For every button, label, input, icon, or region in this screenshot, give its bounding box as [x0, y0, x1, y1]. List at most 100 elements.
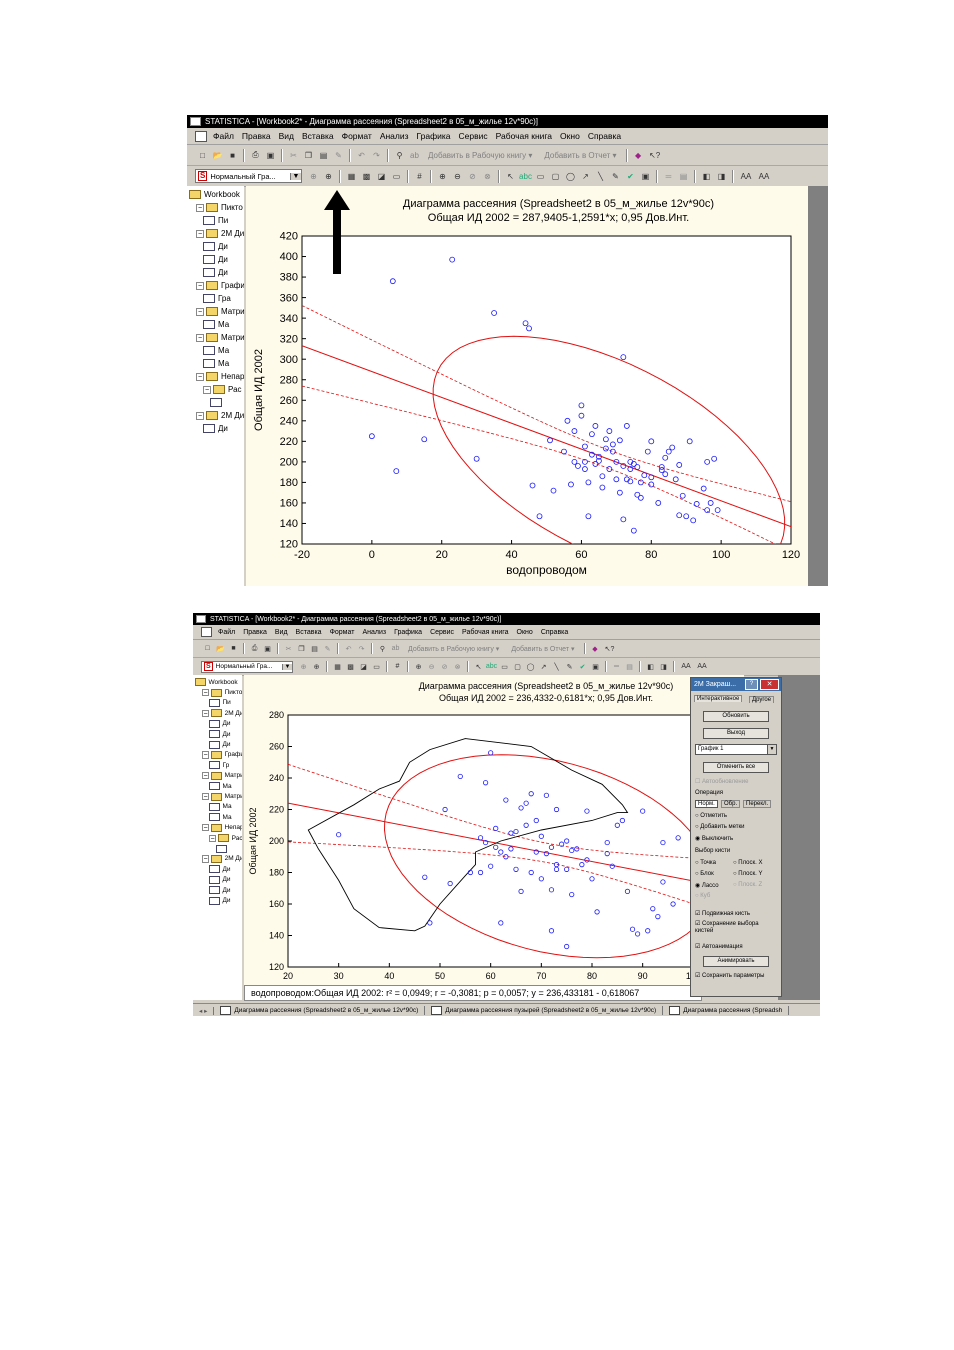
tree-item[interactable]: Гра — [203, 292, 231, 305]
brush-cube-radio[interactable]: ○ Куб — [695, 893, 710, 899]
stack-icon[interactable]: ▤ — [623, 660, 636, 673]
tree-item[interactable]: − Пикто — [196, 201, 243, 214]
save-icon[interactable]: ■ — [227, 642, 240, 655]
check-brush-icon[interactable]: ✔ — [623, 169, 638, 184]
menu-item-0[interactable]: Файл — [213, 131, 234, 141]
tree-item[interactable]: − 2М Ди — [202, 854, 242, 864]
menu-item-5[interactable]: Анализ — [362, 629, 386, 636]
collapse-icon[interactable]: − — [196, 411, 204, 420]
auto-update-checkbox[interactable]: ☐ Автообновление — [695, 778, 748, 785]
brush-icon[interactable]: ✎ — [608, 169, 623, 184]
copy-icon[interactable]: ❐ — [295, 642, 308, 655]
line-tool-icon[interactable]: ╲ — [550, 660, 563, 673]
lock-icon[interactable]: ▣ — [638, 169, 653, 184]
text-tool-icon[interactable]: abc — [485, 660, 498, 673]
bring-front-icon[interactable]: ◧ — [699, 169, 714, 184]
pan-icon[interactable]: ⊘ — [465, 169, 480, 184]
menu-item-4[interactable]: Формат — [342, 131, 372, 141]
tree-item[interactable]: Ди — [203, 240, 228, 253]
menu-item-10[interactable]: Справка — [541, 629, 568, 636]
collapse-icon[interactable]: − — [202, 709, 210, 718]
help-pointer-icon[interactable]: ↖? — [646, 148, 664, 163]
op-mark-radio[interactable]: ○ Отметить — [695, 813, 727, 819]
format-painter-icon[interactable]: ✎ — [331, 148, 346, 163]
redo-icon[interactable]: ↷ — [369, 148, 384, 163]
collapse-icon[interactable]: − — [202, 855, 210, 863]
op-tab-reverse[interactable]: Обр. — [721, 800, 741, 808]
tree-item[interactable]: − Пикто — [202, 687, 242, 697]
collapse-icon[interactable]: − — [202, 793, 210, 801]
pointer-icon[interactable]: ↖ — [503, 169, 518, 184]
bring-front-icon[interactable]: ◧ — [644, 660, 657, 673]
tree-item[interactable]: Ди — [209, 729, 231, 739]
zoom-out-icon[interactable]: ⊖ — [425, 660, 438, 673]
text-tool-icon[interactable]: abc — [518, 169, 533, 184]
tree-item[interactable]: − 2М Ди — [202, 708, 242, 718]
tree-item[interactable]: Ди — [203, 266, 228, 279]
open-icon[interactable]: 📂 — [210, 148, 225, 163]
tree-item[interactable]: Ди — [209, 719, 231, 729]
op-tab-normal[interactable]: Норм. — [695, 800, 718, 808]
font-larger-icon[interactable]: AA — [678, 660, 694, 673]
print-icon[interactable]: ⎙ — [248, 642, 261, 655]
graph-options-icon[interactable]: ▩ — [359, 169, 374, 184]
undo-all-button[interactable]: Отменить все — [703, 762, 769, 773]
collapse-icon[interactable]: − — [196, 203, 204, 212]
zoom-icon[interactable]: ⊕ — [297, 660, 310, 673]
pan-icon[interactable]: ⊘ — [438, 660, 451, 673]
tree-item[interactable] — [216, 843, 230, 853]
menu-item-9[interactable]: Окно — [560, 131, 580, 141]
animate-button[interactable]: Анимировать — [703, 956, 769, 967]
print-icon[interactable]: ⎙ — [248, 148, 263, 163]
font-larger-icon[interactable]: AA — [737, 169, 755, 184]
save-selection-checkbox[interactable]: ☑ Сохранение выбора кистей — [695, 921, 775, 935]
tree-item[interactable]: Ди — [209, 885, 231, 895]
workbook-tab-2[interactable]: Диаграмма рассеяния (Spreadsh — [663, 1006, 790, 1015]
graph-layout-icon[interactable]: ◪ — [357, 660, 370, 673]
pointer-icon[interactable]: ↖ — [472, 660, 485, 673]
undo-icon[interactable]: ↶ — [342, 642, 355, 655]
save-icon[interactable]: ■ — [225, 148, 240, 163]
tree-item[interactable]: − Рас — [203, 383, 242, 396]
tree-item[interactable]: − Матри — [202, 771, 242, 781]
tree-item[interactable]: Ди — [203, 253, 228, 266]
graph-data-icon[interactable]: ▦ — [344, 169, 359, 184]
collapse-icon[interactable]: − — [196, 229, 204, 238]
paste-icon[interactable]: ▤ — [316, 148, 331, 163]
tree-item[interactable]: Ди — [209, 875, 231, 885]
paste-icon[interactable]: ▤ — [308, 642, 321, 655]
book-icon[interactable]: ◆ — [589, 642, 602, 655]
menu-item-1[interactable]: Правка — [243, 629, 267, 636]
tree-item[interactable]: − Графи — [196, 279, 244, 292]
align-icon[interactable]: ═ — [661, 169, 676, 184]
menu-item-6[interactable]: Графика — [417, 131, 451, 141]
tree-item[interactable]: − Матри — [196, 331, 244, 344]
menu-item-2[interactable]: Вид — [275, 629, 288, 636]
tree-item[interactable]: Ма — [209, 812, 232, 822]
zoom-box-icon[interactable]: ⊕ — [321, 169, 336, 184]
tree-item[interactable]: Ди — [209, 895, 231, 905]
tree-item[interactable]: Ма — [209, 802, 232, 812]
workbook-tab-0[interactable]: Диаграмма рассеяния (Spreadsheet2 в 05_м… — [214, 1006, 426, 1015]
tree-item[interactable]: Ма — [203, 357, 229, 370]
reset-zoom-icon[interactable]: ⊗ — [451, 660, 464, 673]
workbook-menu-icon[interactable] — [195, 130, 207, 142]
tree-item[interactable]: Ди — [209, 739, 231, 749]
undo-icon[interactable]: ↶ — [354, 148, 369, 163]
open-icon[interactable]: 📂 — [214, 642, 227, 655]
collapse-icon[interactable]: − — [196, 281, 204, 290]
brush-plane-z-radio[interactable]: ○ Плоск. Z — [733, 882, 762, 888]
font-smaller-icon[interactable]: AA — [755, 169, 773, 184]
style-select[interactable]: S Нормальный Гра... ▼ — [201, 660, 293, 673]
tab-other[interactable]: Другое — [749, 696, 775, 703]
check-brush-icon[interactable]: ✔ — [576, 660, 589, 673]
collapse-icon[interactable]: − — [196, 307, 204, 316]
tree-item[interactable]: − 2М Ди — [196, 409, 244, 422]
brush-block-radio[interactable]: ○ Блок — [695, 871, 714, 877]
tree-item[interactable]: Ди — [209, 864, 231, 874]
redo-icon[interactable]: ↷ — [355, 642, 368, 655]
rectangle-tool-icon[interactable]: ▭ — [533, 169, 548, 184]
find-icon[interactable]: ⚲ — [392, 148, 407, 163]
save-params-checkbox[interactable]: ☑ Сохранить параметры — [695, 972, 764, 979]
brush-plane-x-radio[interactable]: ○ Плоск. X — [733, 860, 762, 866]
